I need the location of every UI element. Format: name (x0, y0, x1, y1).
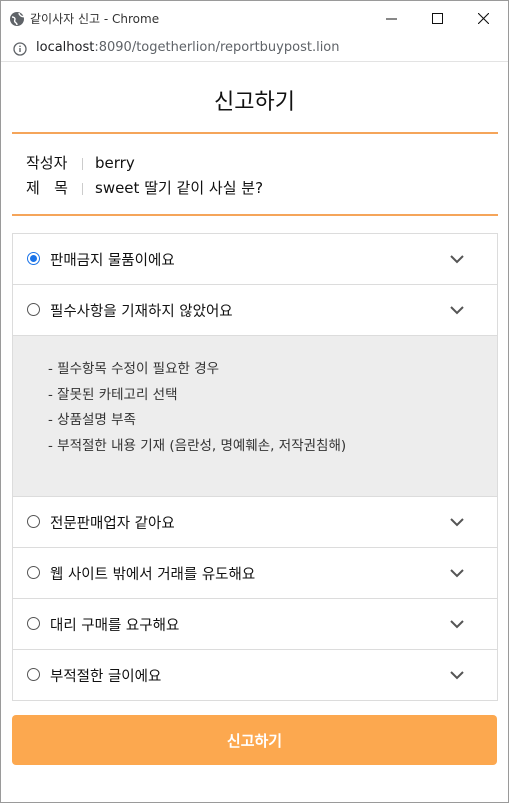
post-title-row: 제 목 sweet 딸기 같이 사실 분? (26, 177, 263, 198)
report-submit-button[interactable]: 신고하기 (12, 715, 497, 765)
radio-button[interactable] (27, 617, 40, 630)
minimize-icon (385, 18, 397, 20)
post-title-value: sweet 딸기 같이 사실 분? (95, 179, 264, 197)
radio-button[interactable] (27, 303, 40, 316)
writer-row: 작성자 berry (26, 152, 135, 173)
reason-item-missing-required[interactable]: 필수사항을 기재하지 않았어요 (13, 285, 497, 336)
detail-item: - 상품설명 부족 (48, 412, 136, 428)
detail-list: - 필수항목 수정이 필요한 경우 - 잘못된 카테고리 선택 - 상품설명 부… (48, 357, 346, 459)
reason-label: 부적절한 글이에요 (50, 669, 162, 685)
maximize-icon (431, 13, 443, 24)
info-icon[interactable] (13, 42, 27, 56)
reason-label: 대리 구매를 요구해요 (50, 618, 180, 634)
url-host: localhost (36, 40, 95, 55)
radio-button[interactable] (27, 252, 40, 265)
window-title: 같이사자 신고 - Chrome (30, 12, 160, 26)
reason-item-prohibited[interactable]: 판매금지 물품이에요 (13, 234, 497, 285)
chevron-down-icon[interactable] (449, 303, 465, 317)
radio-button[interactable] (27, 566, 40, 579)
maximize-button[interactable] (414, 1, 460, 36)
reason-item-proxy-purchase[interactable]: 대리 구매를 요구해요 (13, 599, 497, 650)
close-button[interactable] (460, 1, 506, 36)
separator (82, 182, 83, 195)
reason-detail-panel: - 필수항목 수정이 필요한 경우 - 잘못된 카테고리 선택 - 상품설명 부… (13, 336, 497, 497)
browser-window: 같이사자 신고 - Chrome localhost:8090/together… (0, 0, 509, 803)
writer-value: berry (95, 154, 135, 172)
url-path: :8090/togetherlion/reportbuypost.lion (94, 40, 340, 55)
close-icon (477, 13, 489, 24)
separator (82, 157, 83, 170)
reason-label: 판매금지 물품이에요 (50, 253, 175, 269)
reason-label: 웹 사이트 밖에서 거래를 유도해요 (50, 567, 256, 583)
divider (12, 214, 498, 216)
page-title: 신고하기 (214, 90, 295, 115)
reason-label: 전문판매업자 같아요 (50, 516, 175, 532)
detail-item: - 부적절한 내용 기재 (음란성, 명예훼손, 저작권침해) (48, 437, 347, 454)
chevron-down-icon[interactable] (449, 252, 465, 266)
globe-icon (10, 12, 25, 26)
report-reason-list: 판매금지 물품이에요 필수사항을 기재하지 않았어요 - 필수항목 수정이 필요… (12, 233, 498, 701)
radio-button[interactable] (27, 515, 40, 528)
chevron-down-icon[interactable] (449, 515, 465, 529)
divider (12, 132, 498, 134)
url-text[interactable]: localhost:8090/togetherlion/reportbuypos… (36, 40, 340, 55)
title-label: 제 목 (26, 179, 68, 197)
detail-item: - 잘못된 카테고리 선택 (48, 386, 178, 403)
reason-label: 필수사항을 기재하지 않았어요 (50, 304, 233, 320)
radio-button[interactable] (27, 668, 40, 681)
address-bar[interactable]: localhost:8090/togetherlion/reportbuypos… (1, 36, 508, 62)
minimize-button[interactable] (368, 1, 414, 36)
chevron-down-icon[interactable] (449, 566, 465, 580)
title-bar: 같이사자 신고 - Chrome (1, 1, 508, 36)
detail-item: - 필수항목 수정이 필요한 경우 (48, 361, 220, 377)
reason-item-professional-seller[interactable]: 전문판매업자 같아요 (13, 497, 497, 548)
reason-item-external-trade[interactable]: 웹 사이트 밖에서 거래를 유도해요 (13, 548, 497, 599)
reason-item-inappropriate[interactable]: 부적절한 글이에요 (13, 650, 497, 701)
writer-label: 작성자 (26, 154, 68, 172)
chevron-down-icon[interactable] (449, 668, 465, 682)
chevron-down-icon[interactable] (449, 617, 465, 631)
